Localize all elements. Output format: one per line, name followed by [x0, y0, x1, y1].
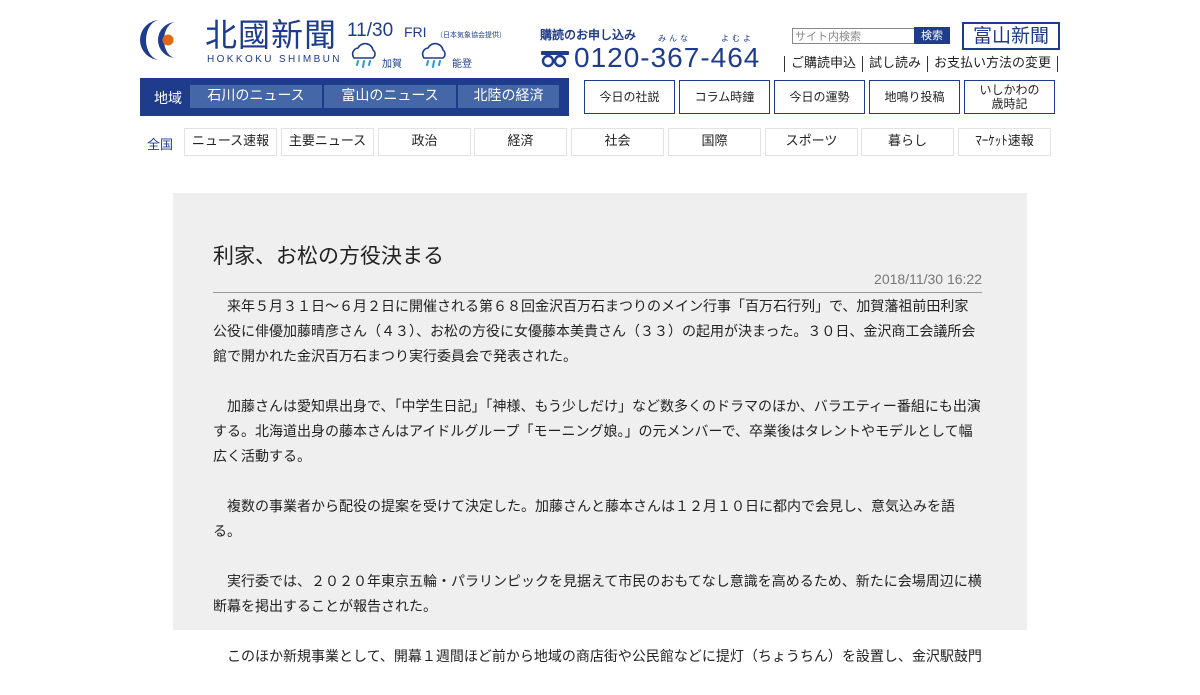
- payment-change-link[interactable]: お支払い方法の変更: [927, 56, 1059, 72]
- top-links: ご購読申込 試し読み お支払い方法の変更: [784, 56, 1059, 72]
- toyama-shimbun-link[interactable]: 富山新聞: [962, 22, 1060, 50]
- nav-saijiki-line1: いしかわの: [979, 83, 1040, 97]
- brand-subtitle: HOKKOKU SHIMBUN: [207, 54, 342, 65]
- tab-international[interactable]: 国際: [668, 128, 761, 156]
- tab-hokuriku-economy[interactable]: 北陸の経済: [458, 85, 559, 108]
- subscribe-link[interactable]: ご購読申込: [784, 56, 862, 72]
- tab-market-news[interactable]: ﾏｰｹｯﾄ速報: [958, 128, 1051, 156]
- trial-link[interactable]: 試し読み: [862, 56, 927, 72]
- rain-icon: [351, 42, 376, 68]
- tab-toyama-news[interactable]: 富山のニュース: [324, 85, 456, 108]
- nav-horoscope[interactable]: 今日の運勢: [774, 80, 865, 114]
- nav-reader-posts[interactable]: 地鳴り投稿: [869, 80, 960, 114]
- nav-ishikawa-saijiki[interactable]: いしかわの 歳時記: [964, 80, 1055, 114]
- brand-title[interactable]: 北國新聞: [205, 16, 337, 54]
- tab-breaking-news[interactable]: ニュース速報: [184, 128, 277, 156]
- search-button[interactable]: 検索: [914, 27, 950, 44]
- nav-editorial[interactable]: 今日の社説: [584, 80, 675, 114]
- tab-society[interactable]: 社会: [571, 128, 664, 156]
- weather-kaga[interactable]: 加賀: [347, 42, 417, 72]
- article-body: 来年５月３１日～６月２日に開催される第６８回金沢百万石まつりのメイン行事「百万石…: [213, 295, 982, 695]
- weather-date: 11/30: [347, 20, 394, 41]
- article-paragraph: 加藤さんは愛知県出身で、「中学生日記」「神様、もう少しだけ」など数多くのドラマの…: [213, 399, 981, 465]
- article-divider: [213, 292, 982, 293]
- hokkoku-logo-icon[interactable]: [140, 16, 198, 64]
- search-input[interactable]: [792, 28, 916, 44]
- freedial-icon: [541, 51, 569, 68]
- subscription-label: 購読のお申し込み: [540, 28, 637, 42]
- nav-column-jisho[interactable]: コラム時鐘: [679, 80, 770, 114]
- tab-ishikawa-news[interactable]: 石川のニュース: [190, 85, 322, 108]
- region-label: 地域: [154, 91, 182, 107]
- article-timestamp: 2018/11/30 16:22: [874, 271, 982, 287]
- article-paragraph: このほか新規事業として、開幕１週間ほど前から地域の商店街や公民館などに提灯（ちょ…: [227, 649, 982, 665]
- article-paragraph: 来年５月３１日～６月２日に開催される第６８回金沢百万石まつりのメイン行事「百万石…: [213, 299, 976, 365]
- article-headline: 利家、お松の方役決まる: [213, 244, 444, 268]
- subscription-phone[interactable]: 0120-367-464: [574, 42, 760, 74]
- nav-saijiki-line2: 歳時記: [991, 97, 1028, 111]
- weather-credit[interactable]: （日本気象協会提供）: [436, 30, 506, 40]
- tab-politics[interactable]: 政治: [378, 128, 471, 156]
- tab-sports[interactable]: スポーツ: [765, 128, 858, 156]
- tab-economy[interactable]: 経済: [474, 128, 567, 156]
- article-paragraph: 実行委では、２０２０年東京五輪・パラリンピックを見据えて市民のおもてなし意識を高…: [213, 574, 982, 615]
- weather-noto[interactable]: 能登: [417, 42, 487, 72]
- weather-location-label: 能登: [452, 59, 472, 70]
- weather-day-of-week: FRI: [404, 24, 427, 40]
- tab-top-news[interactable]: 主要ニュース: [281, 128, 374, 156]
- category-label: 全国: [147, 138, 174, 153]
- tab-living[interactable]: 暮らし: [861, 128, 954, 156]
- article-paragraph: 複数の事業者から配役の提案を受けて決定した。加藤さんと藤本さんは１２月１０日に都…: [213, 499, 955, 540]
- weather-location-label: 加賀: [382, 59, 402, 70]
- rain-icon: [421, 42, 446, 68]
